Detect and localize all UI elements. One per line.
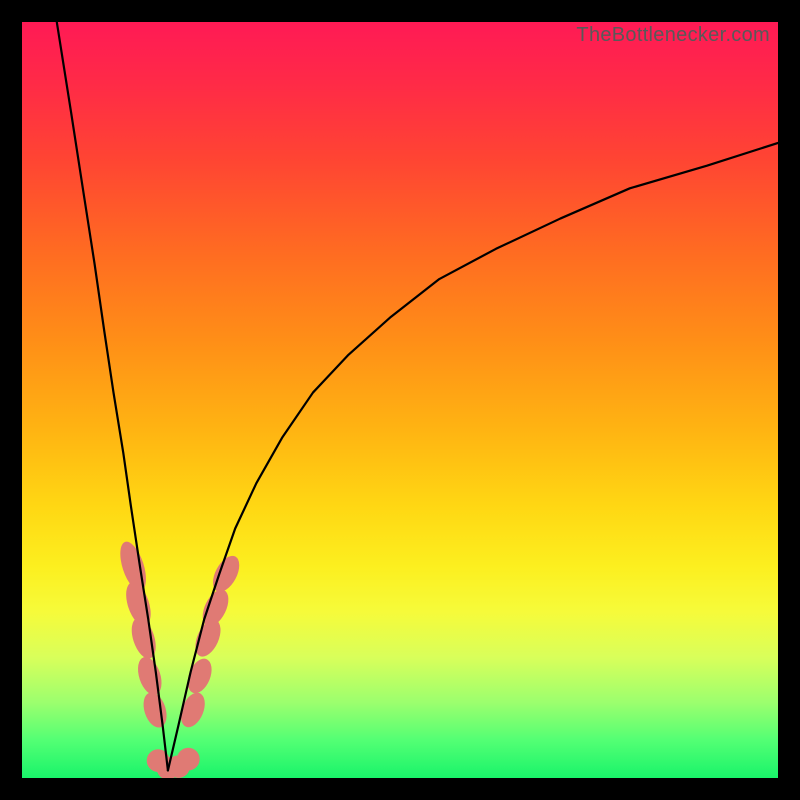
chart-plot-area: TheBottlenecker.com <box>22 22 778 778</box>
right-curve <box>168 143 778 770</box>
bead-marker <box>177 748 200 771</box>
chart-frame: TheBottlenecker.com <box>0 0 800 800</box>
bead-marker <box>127 615 160 662</box>
bead-marker <box>183 655 216 697</box>
chart-svg <box>22 22 778 778</box>
bead-marker <box>134 654 166 698</box>
bead-marker <box>139 689 170 730</box>
left-curve <box>57 22 168 770</box>
beads-group <box>115 539 245 778</box>
